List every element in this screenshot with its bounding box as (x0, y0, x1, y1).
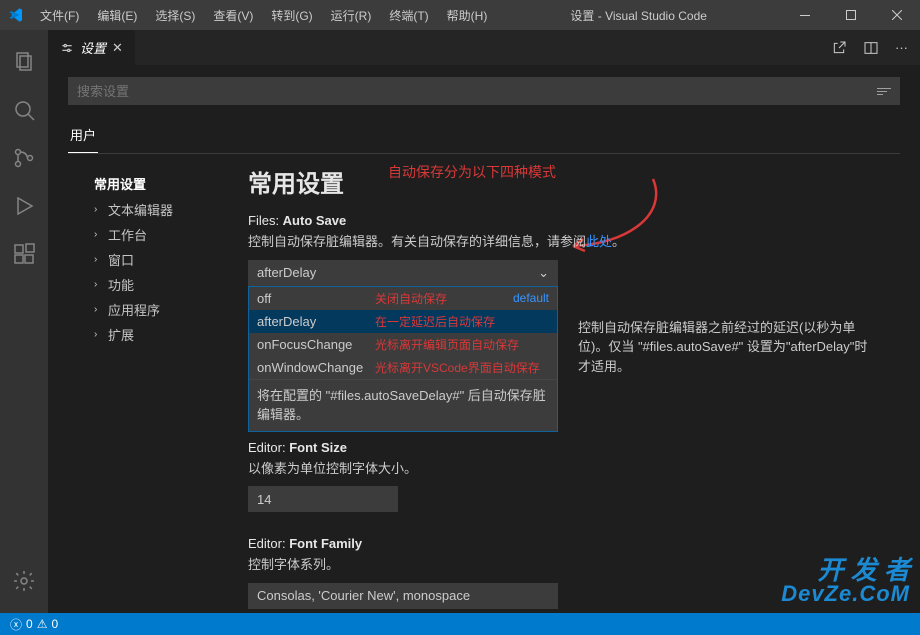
setting-description: 控制自动保存脏编辑器。有关自动保存的详细信息，请参阅此处。 (248, 232, 900, 252)
run-debug-icon[interactable] (0, 182, 48, 230)
toc-extensions[interactable]: ›扩展 (68, 322, 238, 347)
setting-fontfamily: Editor: Font Family 控制字体系列。 (248, 536, 900, 609)
autosave-dropdown-info: 将在配置的 "#files.autoSaveDelay#" 后自动保存脏编辑器。 (249, 379, 557, 431)
setting-description: 控制字体系列。 (248, 555, 900, 575)
chevron-down-icon: ⌄ (538, 265, 549, 281)
activitybar (0, 30, 48, 613)
autosave-option-afterdelay[interactable]: afterDelay 在一定延迟后自动保存 (249, 310, 557, 333)
autosave-option-off[interactable]: off 关闭自动保存 default (249, 287, 557, 310)
editor-tabs: 设置 ✕ ··· (48, 30, 920, 65)
warning-icon[interactable]: ⚠ (37, 617, 48, 631)
autosave-delay-description: 控制自动保存脏编辑器之前经过的延迟(以秒为单位)。仅当 "#files.auto… (578, 318, 878, 377)
setting-label: Editor: Font Family (248, 536, 900, 551)
minimize-button[interactable] (782, 0, 828, 30)
setting-fontsize: Editor: Font Size 以像素为单位控制字体大小。 (248, 440, 900, 513)
error-count: 0 (26, 617, 33, 631)
tabs-actions: ··· (831, 40, 920, 56)
settings-search-input[interactable] (77, 84, 869, 99)
window-title: 设置 - Visual Studio Code (495, 7, 782, 24)
menu-file[interactable]: 文件(F) (32, 3, 87, 28)
scope-user-tab[interactable]: 用户 (68, 119, 98, 153)
menu-view[interactable]: 查看(V) (205, 3, 261, 28)
settings-tab-icon (60, 41, 74, 55)
tab-close-icon[interactable]: ✕ (112, 40, 123, 56)
menu-terminal[interactable]: 终端(T) (381, 3, 436, 28)
warning-count: 0 (51, 617, 58, 631)
statusbar: ⓧ0 ⚠0 (0, 613, 920, 635)
settings-body: 用户 常用设置 ›文本编辑器 ›工作台 ›窗口 ›功能 ›应用程序 ›扩展 常用… (48, 65, 920, 613)
tab-label: 设置 (80, 38, 106, 57)
autosave-option-onwindowchange[interactable]: onWindowChange 光标离开VSCode界面自动保存 (249, 356, 557, 379)
filter-icon[interactable] (877, 88, 891, 95)
extensions-icon[interactable] (0, 230, 48, 278)
chevron-right-icon: › (94, 204, 104, 215)
split-editor-icon[interactable] (863, 40, 879, 56)
toc-text-editor[interactable]: ›文本编辑器 (68, 197, 238, 222)
toc-features[interactable]: ›功能 (68, 272, 238, 297)
toc-application[interactable]: ›应用程序 (68, 297, 238, 322)
chevron-right-icon: › (94, 329, 104, 340)
annotation-headline: 自动保存分为以下四种模式 (388, 162, 556, 182)
settings-gear-icon[interactable] (0, 557, 48, 605)
vscode-logo-icon (8, 7, 24, 23)
tab-settings[interactable]: 设置 ✕ (48, 30, 135, 65)
settings-search[interactable] (68, 77, 900, 105)
setting-label: Editor: Font Size (248, 440, 900, 455)
settings-toc: 常用设置 ›文本编辑器 ›工作台 ›窗口 ›功能 ›应用程序 ›扩展 (68, 164, 238, 610)
menubar: 文件(F) 编辑(E) 选择(S) 查看(V) 转到(G) 运行(R) 终端(T… (32, 3, 495, 28)
editor-area: 设置 ✕ ··· 用户 常用设置 ›文本编辑器 ›工作台 (48, 30, 920, 613)
more-actions-icon[interactable]: ··· (895, 40, 908, 56)
chevron-right-icon: › (94, 304, 104, 315)
group-title: 常用设置 (248, 164, 900, 199)
titlebar: 文件(F) 编辑(E) 选择(S) 查看(V) 转到(G) 运行(R) 终端(T… (0, 0, 920, 30)
source-control-icon[interactable] (0, 134, 48, 182)
menu-go[interactable]: 转到(G) (263, 3, 320, 28)
menu-run[interactable]: 运行(R) (323, 3, 380, 28)
fontsize-input[interactable] (248, 486, 398, 512)
window-controls (782, 0, 920, 30)
fontfamily-input[interactable] (248, 583, 558, 609)
toc-window[interactable]: ›窗口 (68, 247, 238, 272)
explorer-icon[interactable] (0, 38, 48, 86)
toc-workbench[interactable]: ›工作台 (68, 222, 238, 247)
chevron-right-icon: › (94, 229, 104, 240)
search-icon[interactable] (0, 86, 48, 134)
setting-description: 以像素为单位控制字体大小。 (248, 459, 900, 479)
maximize-button[interactable] (828, 0, 874, 30)
autosave-dropdown: off 关闭自动保存 default afterDelay 在一定延迟后自动保存… (248, 286, 558, 432)
open-settings-json-icon[interactable] (831, 40, 847, 56)
setting-label: Files: Auto Save (248, 213, 900, 228)
close-button[interactable] (874, 0, 920, 30)
chevron-right-icon: › (94, 254, 104, 265)
chevron-right-icon: › (94, 279, 104, 290)
error-icon[interactable]: ⓧ (10, 616, 22, 633)
menu-edit[interactable]: 编辑(E) (89, 3, 145, 28)
menu-help[interactable]: 帮助(H) (439, 3, 496, 28)
scope-tabs: 用户 (68, 119, 900, 154)
autosave-option-onfocuschange[interactable]: onFocusChange 光标离开编辑页面自动保存 (249, 333, 557, 356)
autosave-select[interactable]: afterDelay ⌄ (248, 260, 558, 286)
toc-header[interactable]: 常用设置 (68, 170, 238, 197)
menu-selection[interactable]: 选择(S) (147, 3, 203, 28)
settings-list: 常用设置 自动保存分为以下四种模式 Files: Auto Save 控制自动保… (238, 164, 900, 610)
autosave-doc-link[interactable]: 此处 (586, 234, 612, 249)
autosave-value: afterDelay (257, 265, 316, 280)
setting-autosave: Files: Auto Save 控制自动保存脏编辑器。有关自动保存的详细信息，… (248, 213, 900, 286)
